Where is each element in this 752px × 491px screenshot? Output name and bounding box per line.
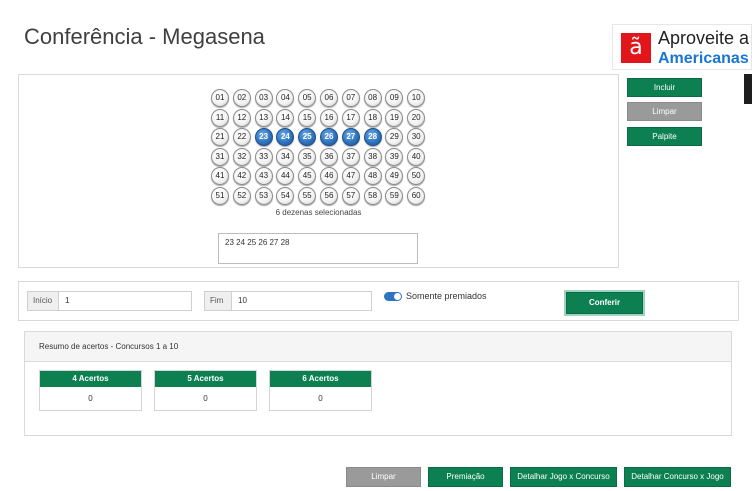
number-ball-24[interactable]: 24	[276, 128, 295, 146]
number-ball-23[interactable]: 23	[254, 128, 273, 146]
number-ball-48[interactable]: 48	[363, 167, 382, 185]
result-card-value: 0	[88, 394, 93, 403]
result-card-label: 6 Acertos	[270, 371, 371, 387]
range-panel: Início 1 Fim 10 Somente premiados Confer…	[18, 281, 739, 321]
number-ball-18[interactable]: 18	[363, 108, 382, 127]
number-ball-42[interactable]: 42	[232, 167, 251, 185]
result-card-4-acertos: 4 Acertos 0	[39, 370, 142, 411]
detalhar-concurso-jogo-button[interactable]: Detalhar Concurso x Jogo	[624, 467, 731, 487]
conferir-button[interactable]: Conferir	[566, 292, 643, 314]
ad-banner[interactable]: ã Aproveite a Americanas	[612, 24, 752, 70]
fim-input[interactable]: 10	[231, 291, 372, 311]
number-grid: 01 02 03 04 05 06 07 08 09 10 11 12 13 14 15 16 17 18 19 20…	[211, 89, 426, 206]
number-ball-56[interactable]: 56	[319, 186, 338, 205]
somente-premiados-label: Somente premiados	[406, 291, 487, 301]
number-ball-54[interactable]: 54	[276, 186, 295, 205]
selected-numbers-textarea[interactable]: 23 24 25 26 27 28	[218, 233, 418, 264]
number-ball-03[interactable]: 03	[254, 89, 273, 107]
number-ball-09[interactable]: 09	[385, 89, 404, 107]
number-ball-04[interactable]: 04	[276, 89, 295, 107]
number-ball-21[interactable]: 21	[211, 128, 229, 146]
number-ball-43[interactable]: 43	[254, 167, 273, 185]
number-ball-31[interactable]: 31	[211, 147, 229, 166]
somente-premiados-toggle[interactable]	[384, 292, 402, 301]
number-ball-06[interactable]: 06	[319, 89, 338, 107]
palpite-button[interactable]: Palpite	[627, 127, 702, 146]
number-ball-44[interactable]: 44	[276, 167, 295, 185]
number-ball-02[interactable]: 02	[232, 89, 251, 107]
ad-brand-text: Americanas	[658, 50, 749, 67]
number-ball-50[interactable]: 50	[407, 167, 426, 185]
number-ball-28[interactable]: 28	[363, 128, 382, 146]
number-ball-01[interactable]: 01	[211, 89, 229, 107]
number-ball-49[interactable]: 49	[385, 167, 404, 185]
number-ball-59[interactable]: 59	[385, 186, 404, 205]
inicio-label: Início	[27, 291, 59, 311]
result-card-label: 4 Acertos	[40, 371, 141, 387]
detalhar-jogo-concurso-button[interactable]: Detalhar Jogo x Concurso	[510, 467, 617, 487]
ad-dark-strip	[744, 74, 752, 104]
number-ball-15[interactable]: 15	[298, 108, 317, 127]
number-ball-16[interactable]: 16	[319, 108, 338, 127]
number-ball-20[interactable]: 20	[407, 108, 426, 127]
number-ball-38[interactable]: 38	[363, 147, 382, 166]
number-ball-12[interactable]: 12	[232, 108, 251, 127]
ad-headline: Aproveite a	[658, 28, 750, 48]
number-ball-40[interactable]: 40	[407, 147, 426, 166]
number-ball-22[interactable]: 22	[232, 128, 251, 146]
number-ball-27[interactable]: 27	[341, 128, 360, 146]
number-ball-26[interactable]: 26	[319, 128, 338, 146]
limpar-side-button[interactable]: Limpar	[627, 102, 702, 121]
number-ball-53[interactable]: 53	[254, 186, 273, 205]
number-ball-52[interactable]: 52	[232, 186, 251, 205]
number-ball-05[interactable]: 05	[298, 89, 317, 107]
number-ball-47[interactable]: 47	[341, 167, 360, 185]
number-selection-panel: 01 02 03 04 05 06 07 08 09 10 11 12 13 14 15 16 17 18 19 20…	[18, 74, 619, 268]
limpar-button[interactable]: Limpar	[346, 467, 421, 487]
number-ball-29[interactable]: 29	[385, 128, 404, 146]
number-ball-19[interactable]: 19	[385, 108, 404, 127]
number-ball-46[interactable]: 46	[319, 167, 338, 185]
number-ball-33[interactable]: 33	[254, 147, 273, 166]
number-ball-51[interactable]: 51	[211, 186, 229, 205]
number-ball-39[interactable]: 39	[385, 147, 404, 166]
fim-label: Fim	[204, 291, 232, 311]
number-ball-58[interactable]: 58	[363, 186, 382, 205]
number-ball-10[interactable]: 10	[407, 89, 426, 107]
number-ball-34[interactable]: 34	[276, 147, 295, 166]
incluir-button[interactable]: Incluir	[627, 78, 702, 97]
number-ball-35[interactable]: 35	[298, 147, 317, 166]
result-card-value: 0	[203, 394, 208, 403]
number-ball-60[interactable]: 60	[407, 186, 426, 205]
results-panel: Resumo de acertos - Concursos 1 a 10 4 A…	[24, 331, 732, 436]
number-ball-14[interactable]: 14	[276, 108, 295, 127]
selected-count-label: 6 dezenas selecionadas	[275, 208, 362, 217]
result-card-6-acertos: 6 Acertos 0	[269, 370, 372, 411]
number-ball-11[interactable]: 11	[211, 108, 229, 127]
number-ball-08[interactable]: 08	[363, 89, 382, 107]
result-card-5-acertos: 5 Acertos 0	[154, 370, 257, 411]
number-ball-37[interactable]: 37	[341, 147, 360, 166]
number-ball-36[interactable]: 36	[319, 147, 338, 166]
premiacao-button[interactable]: Premiação	[428, 467, 503, 487]
number-ball-45[interactable]: 45	[298, 167, 317, 185]
number-ball-32[interactable]: 32	[232, 147, 251, 166]
number-ball-07[interactable]: 07	[341, 89, 360, 107]
number-ball-41[interactable]: 41	[211, 167, 229, 185]
page-title: Conferência - Megasena	[24, 24, 265, 49]
number-ball-30[interactable]: 30	[407, 128, 426, 146]
number-ball-57[interactable]: 57	[341, 186, 360, 205]
inicio-input[interactable]: 1	[58, 291, 192, 311]
number-ball-13[interactable]: 13	[254, 108, 273, 127]
americanas-logo-icon: ã	[621, 33, 651, 63]
result-card-label: 5 Acertos	[155, 371, 256, 387]
results-header: Resumo de acertos - Concursos 1 a 10	[25, 332, 731, 362]
number-ball-17[interactable]: 17	[341, 108, 360, 127]
result-card-value: 0	[318, 394, 323, 403]
number-ball-55[interactable]: 55	[298, 186, 317, 205]
number-ball-25[interactable]: 25	[298, 128, 317, 146]
